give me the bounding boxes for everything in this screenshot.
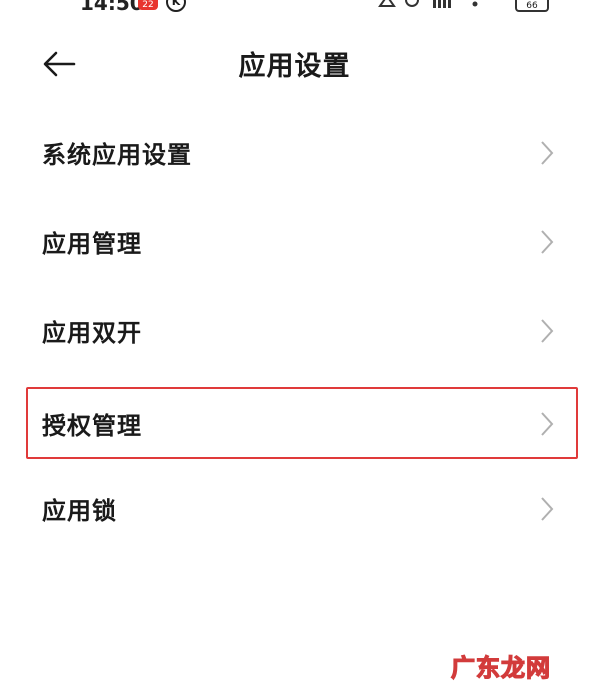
menu-item-system-app-settings[interactable]: 系统应用设置 — [26, 118, 578, 186]
menu-item-label: 应用锁 — [42, 497, 117, 525]
chevron-right-icon — [541, 412, 554, 436]
menu-item-label: 系统应用设置 — [42, 141, 192, 169]
mute-icon — [377, 0, 397, 14]
header: 应用设置 — [0, 28, 589, 98]
signal-icon — [431, 0, 455, 14]
chevron-right-icon — [541, 230, 554, 254]
k-app-icon: K — [166, 0, 186, 12]
menu-item-label: 应用双开 — [42, 319, 142, 347]
chevron-right-icon — [541, 497, 554, 521]
menu-item-label: 授权管理 — [42, 412, 142, 440]
page-title: 应用设置 — [238, 51, 351, 82]
status-bar: 14:50 22 K 66 — [0, 0, 589, 14]
watermark: 广东龙网 — [450, 653, 551, 682]
menu-item-app-lock[interactable]: 应用锁 — [26, 474, 578, 542]
menu-item-app-management[interactable]: 应用管理 — [26, 207, 578, 275]
notification-badge: 22 — [138, 0, 158, 10]
menu-item-label: 应用管理 — [42, 230, 142, 258]
alarm-icon — [403, 0, 421, 14]
wifi-icon — [463, 0, 487, 14]
chevron-right-icon — [541, 319, 554, 343]
battery-icon: 66 — [515, 0, 549, 12]
menu-item-permission-management[interactable]: 授权管理 — [26, 387, 578, 459]
chevron-right-icon — [541, 141, 554, 165]
menu-item-dual-apps[interactable]: 应用双开 — [26, 296, 578, 364]
status-time: 14:50 — [80, 0, 144, 14]
